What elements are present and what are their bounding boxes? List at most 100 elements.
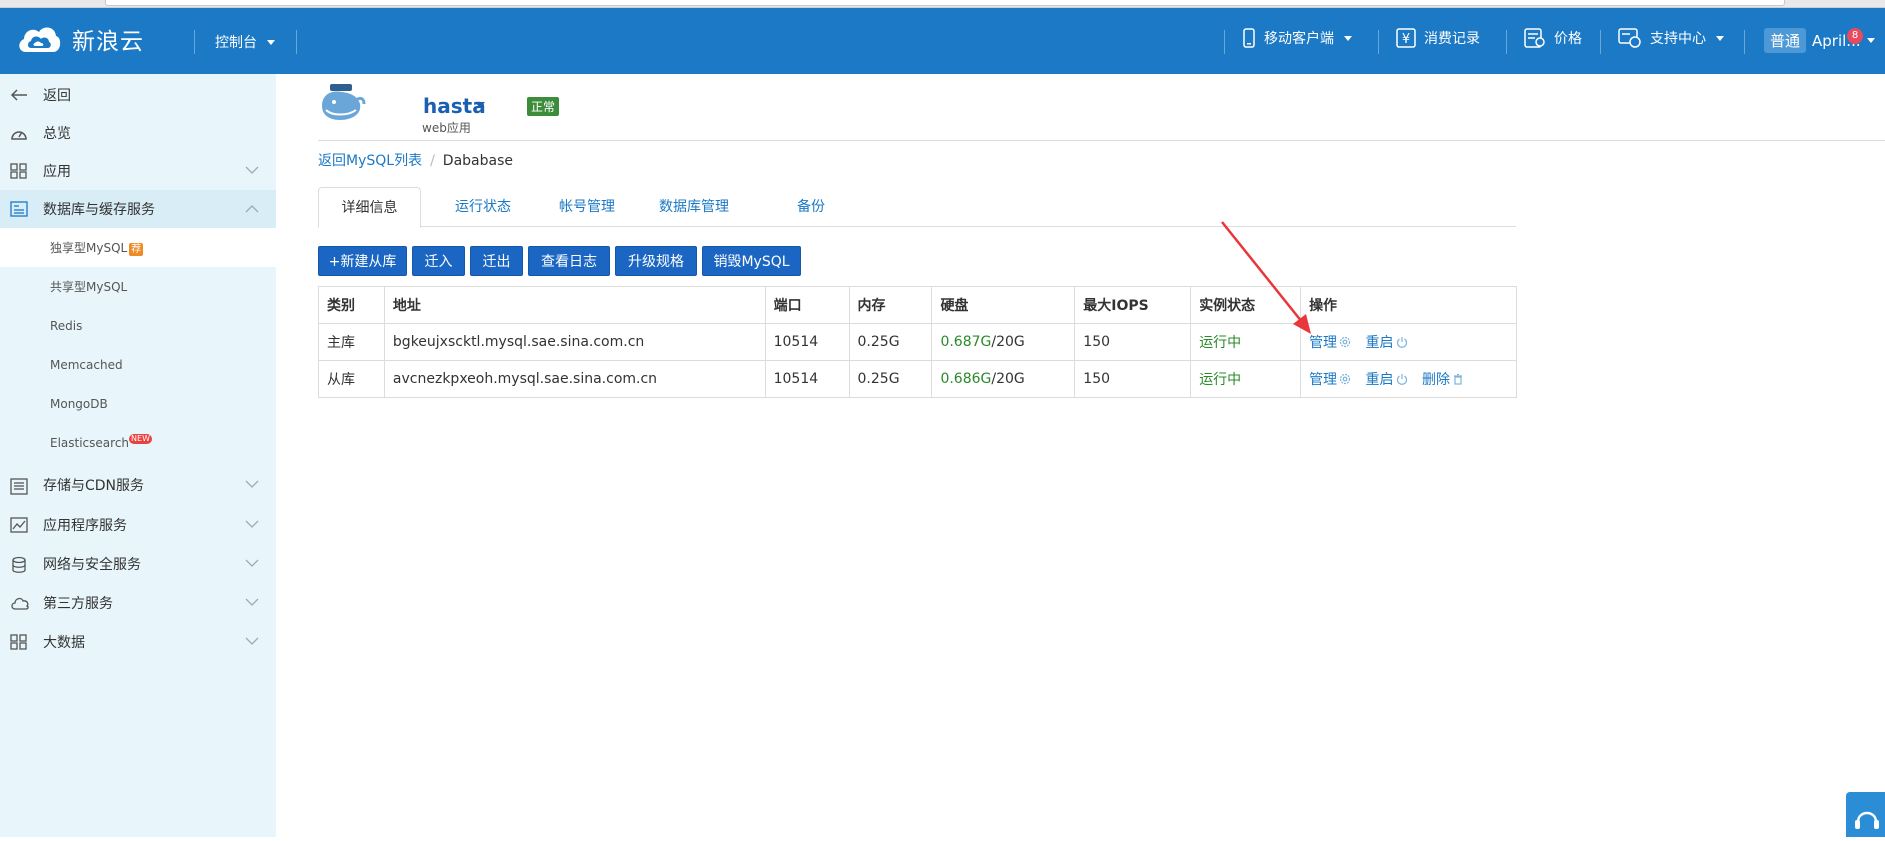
- column-header: 操作: [1300, 286, 1517, 324]
- table-header-row: 类别 地址 端口 内存 硬盘 最大IOPS 实例状态 操作: [318, 286, 1517, 324]
- column-header: 内存: [848, 286, 933, 324]
- cell-address: avcnezkpxeoh.mysql.sae.sina.com.cn: [383, 360, 766, 398]
- sidebar-item-label: 总览: [43, 126, 71, 142]
- caret-down-icon[interactable]: [475, 102, 485, 108]
- chevron-down-icon: [1716, 35, 1724, 41]
- sidebar-item-apps[interactable]: 应用: [0, 152, 276, 190]
- support-center-menu[interactable]: 支持中心: [1618, 28, 1724, 48]
- cell-port: 10514: [764, 360, 850, 398]
- cell-address: bgkeujxscktl.mysql.sae.sina.com.cn: [383, 323, 766, 361]
- chevron-down-icon: [245, 559, 259, 567]
- trash-icon: [1453, 373, 1462, 385]
- new-tag: NEW: [129, 433, 152, 444]
- disk-total: /20G: [991, 371, 1025, 387]
- delete-link[interactable]: 删除: [1422, 369, 1464, 389]
- mysql-instance-table: 类别 地址 端口 内存 硬盘 最大IOPS 实例状态 操作 主库 bgkeujx…: [318, 286, 1517, 398]
- grid-icon: [10, 634, 27, 650]
- console-label: 控制台: [215, 35, 257, 51]
- power-icon: [1396, 337, 1407, 348]
- nav-divider: [194, 30, 195, 54]
- sidebar-item-third-party[interactable]: 第三方服务: [0, 584, 276, 622]
- console-menu[interactable]: 控制台: [215, 32, 275, 52]
- sidebar-item-network-security[interactable]: 网络与安全服务: [0, 545, 276, 583]
- restart-label: 重启: [1365, 372, 1394, 388]
- price-link[interactable]: 价格: [1524, 28, 1582, 48]
- billing-link[interactable]: ¥ 消费记录: [1396, 28, 1480, 48]
- database-panel-icon: [10, 201, 28, 217]
- cloud-icon: [11, 597, 29, 610]
- upgrade-spec-button[interactable]: 升级规格: [615, 246, 697, 276]
- notification-badge[interactable]: 8: [1847, 28, 1863, 44]
- app-type: web应用: [422, 121, 471, 135]
- cell-disk: 0.686G/20G: [931, 360, 1076, 398]
- restart-link[interactable]: 重启: [1366, 369, 1408, 389]
- sidebar-item-label: 应用程序服务: [43, 518, 127, 534]
- manage-link[interactable]: 管理: [1309, 369, 1351, 389]
- whale-app-icon: [322, 84, 366, 120]
- billing-label: 消费记录: [1424, 31, 1480, 47]
- sidebar-item-label: 大数据: [43, 635, 85, 651]
- support-icon: [1618, 28, 1641, 48]
- destroy-mysql-button[interactable]: 销毁MySQL: [702, 246, 801, 276]
- breadcrumb: 返回MySQL列表 / Dababase: [318, 150, 513, 170]
- sidebar-item-storage-cdn[interactable]: 存储与CDN服务: [0, 466, 276, 504]
- plan-badge: 普通: [1764, 28, 1807, 53]
- cloud-logo-icon: [19, 27, 61, 52]
- divider: [318, 140, 1885, 141]
- chevron-down-icon: [245, 520, 259, 528]
- gear-icon: [1339, 373, 1351, 385]
- nav-divider: [1744, 30, 1745, 54]
- support-label: 支持中心: [1650, 31, 1706, 47]
- view-logs-button[interactable]: 查看日志: [528, 246, 610, 276]
- manage-label: 管理: [1309, 335, 1338, 351]
- sidebar-subitem-mysql-shared[interactable]: 共享型MySQL: [0, 267, 276, 306]
- sidebar-item-bigdata[interactable]: 大数据: [0, 623, 276, 661]
- cell-status: 运行中: [1190, 360, 1302, 398]
- chevron-down-icon: [245, 166, 259, 174]
- dashboard-gauge-icon: [11, 131, 27, 140]
- sidebar-item-label: 应用: [43, 164, 71, 180]
- cell-type: 从库: [318, 360, 385, 398]
- sidebar-subitem-mongodb[interactable]: MongoDB: [0, 384, 276, 423]
- breadcrumb-back-link[interactable]: 返回MySQL列表: [318, 153, 422, 169]
- sidebar-subitem-elasticsearch[interactable]: Elasticsearch NEW: [0, 423, 276, 462]
- breadcrumb-separator: /: [430, 153, 435, 169]
- tab-runtime-status[interactable]: 运行状态: [431, 187, 535, 227]
- migrate-out-button[interactable]: 迁出: [470, 246, 523, 276]
- cell-memory: 0.25G: [848, 360, 933, 398]
- brand-name: 新浪云: [72, 29, 144, 55]
- manage-link[interactable]: 管理: [1309, 332, 1351, 352]
- restart-label: 重启: [1365, 335, 1394, 351]
- restart-link[interactable]: 重启: [1366, 332, 1408, 352]
- sidebar-subitem-redis[interactable]: Redis: [0, 306, 276, 345]
- brand-logo[interactable]: 新浪云: [16, 22, 144, 56]
- sidebar-item-label: 第三方服务: [43, 596, 113, 612]
- nav-divider: [1378, 30, 1379, 54]
- migrate-in-button[interactable]: 迁入: [412, 246, 465, 276]
- cell-memory: 0.25G: [848, 323, 933, 361]
- browser-address-field[interactable]: [105, 0, 1785, 6]
- cell-actions: 管理 重启 删除: [1300, 360, 1517, 398]
- tab-account-management[interactable]: 帐号管理: [535, 187, 639, 227]
- sidebar-subitem-mysql-dedicated[interactable]: 独享型MySQL 荐: [0, 228, 276, 267]
- mobile-client-menu[interactable]: 移动客户端: [1242, 28, 1352, 48]
- sidebar-item-app-services[interactable]: 应用程序服务: [0, 506, 276, 544]
- tab-database-management[interactable]: 数据库管理: [639, 187, 749, 227]
- nav-divider: [1506, 30, 1507, 54]
- recommend-tag: 荐: [129, 243, 144, 256]
- tab-details[interactable]: 详细信息: [318, 187, 421, 228]
- cell-disk: 0.687G/20G: [931, 323, 1076, 361]
- sidebar-subitem-memcached[interactable]: Memcached: [0, 345, 276, 384]
- sidebar-subitem-content: Elasticsearch NEW: [50, 433, 152, 450]
- sidebar-item-database-cache[interactable]: 数据库与缓存服务: [0, 190, 276, 228]
- sidebar-item-overview[interactable]: 总览: [0, 114, 276, 152]
- help-float-button[interactable]: [1846, 792, 1885, 837]
- sidebar-item-label: 网络与安全服务: [43, 557, 141, 573]
- tab-backup[interactable]: 备份: [759, 187, 863, 227]
- sidebar-subitem-label: 共享型MySQL: [50, 280, 128, 294]
- cell-type: 主库: [318, 323, 385, 361]
- new-slave-button[interactable]: +新建从库: [318, 246, 407, 276]
- sidebar-item-label: 返回: [43, 88, 71, 104]
- sidebar-subitem-label: Elasticsearch: [50, 435, 130, 450]
- sidebar-item-back[interactable]: 返回: [0, 76, 276, 114]
